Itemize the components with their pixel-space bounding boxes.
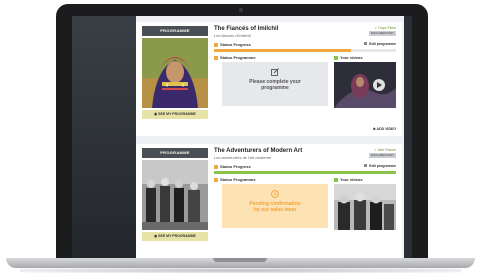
edit-icon — [271, 68, 279, 76]
laptop-shadow — [20, 268, 461, 273]
programme-thumbnail[interactable] — [142, 160, 208, 230]
programme-tag: PROGRAMME — [142, 148, 208, 158]
videos-heading: Your videos — [334, 55, 363, 60]
owner-label[interactable]: ✓ Hope Films — [374, 26, 396, 30]
group-photo-image — [142, 160, 208, 230]
status-message-line: by our sales team — [253, 207, 297, 213]
videos-label: Your videos — [340, 55, 363, 60]
status-programme-label: Status Programme — [220, 55, 256, 60]
screen: PROGRAMME ◉ SEE MY PROGRAMME The Fiancés — [72, 16, 412, 258]
programme-title: The Adventurers of Modern Art — [214, 148, 303, 154]
webcam — [239, 8, 243, 12]
portrait-image — [142, 38, 208, 108]
status-icon — [214, 55, 218, 60]
videos-heading: Your videos — [334, 177, 363, 182]
edit-programme-label: Edit programme — [369, 42, 396, 46]
status-programme-label: Status Programme — [220, 177, 256, 182]
add-video-label: ADD VIDEO — [376, 127, 396, 131]
laptop-frame: PROGRAMME ◉ SEE MY PROGRAMME The Fiancés — [0, 0, 481, 275]
owner-label[interactable]: ✓ Arte France — [374, 148, 396, 152]
status-icon — [214, 42, 218, 47]
programme-title: The Fiancés of Imilchil — [214, 26, 279, 32]
programme-tag: PROGRAMME — [142, 26, 208, 36]
video-icon — [334, 177, 338, 182]
app-right-edge — [404, 16, 412, 258]
edit-icon — [364, 164, 368, 167]
status-programme-heading: Status Programme — [214, 55, 256, 60]
edit-programme-link[interactable]: Edit programme — [364, 164, 396, 168]
progress-bar — [214, 49, 396, 52]
edit-icon — [364, 42, 368, 45]
status-message-line: programme — [261, 85, 289, 91]
video-image — [334, 184, 396, 230]
programme-subtitle: Les fiancés d'Imilchil — [214, 33, 251, 38]
genre-badge: DOCUMENTARY — [368, 31, 396, 36]
video-thumbnail[interactable] — [334, 62, 396, 108]
status-icon — [214, 164, 218, 169]
see-programme-label: SEE MY PROGRAMME — [158, 234, 196, 238]
laptop-notch — [213, 258, 267, 262]
status-progress-heading: Status Progress — [214, 42, 251, 47]
status-programme-heading: Status Programme — [214, 177, 256, 182]
status-progress-label: Status Progress — [220, 42, 251, 47]
progress-fill — [214, 49, 351, 52]
videos-label: Your videos — [340, 177, 363, 182]
app-sidebar — [72, 16, 136, 258]
see-programme-label: SEE MY PROGRAMME — [158, 112, 196, 116]
video-image — [334, 62, 396, 108]
status-message-box[interactable]: Please complete your programme — [222, 62, 328, 106]
add-video-button[interactable]: ⊕ ADD VIDEO — [373, 127, 396, 131]
progress-fill — [214, 171, 396, 174]
programme-card: PROGRAMME ◉ SEE MY PROGRAMME The Fiancés — [136, 22, 402, 136]
programme-card: PROGRAMME ◉ SEE MY PROGRAMME The Adventu… — [136, 144, 402, 258]
genre-badge: DOCUMENTARY — [368, 153, 396, 158]
see-programme-button[interactable]: ◉ SEE MY PROGRAMME — [142, 232, 208, 241]
video-icon — [334, 55, 338, 60]
progress-bar — [214, 171, 396, 174]
edit-programme-label: Edit programme — [369, 164, 396, 168]
status-icon — [214, 177, 218, 182]
programme-thumbnail[interactable] — [142, 38, 208, 108]
edit-programme-link[interactable]: Edit programme — [364, 42, 396, 46]
status-progress-label: Status Progress — [220, 164, 251, 169]
status-progress-heading: Status Progress — [214, 164, 251, 169]
see-programme-button[interactable]: ◉ SEE MY PROGRAMME — [142, 110, 208, 119]
video-thumbnail[interactable] — [334, 184, 396, 230]
clock-icon — [271, 190, 279, 198]
programme-subtitle: Les aventuriers de l'art moderne — [214, 155, 272, 160]
status-message-box[interactable]: Pending confirmation by our sales team — [222, 184, 328, 228]
